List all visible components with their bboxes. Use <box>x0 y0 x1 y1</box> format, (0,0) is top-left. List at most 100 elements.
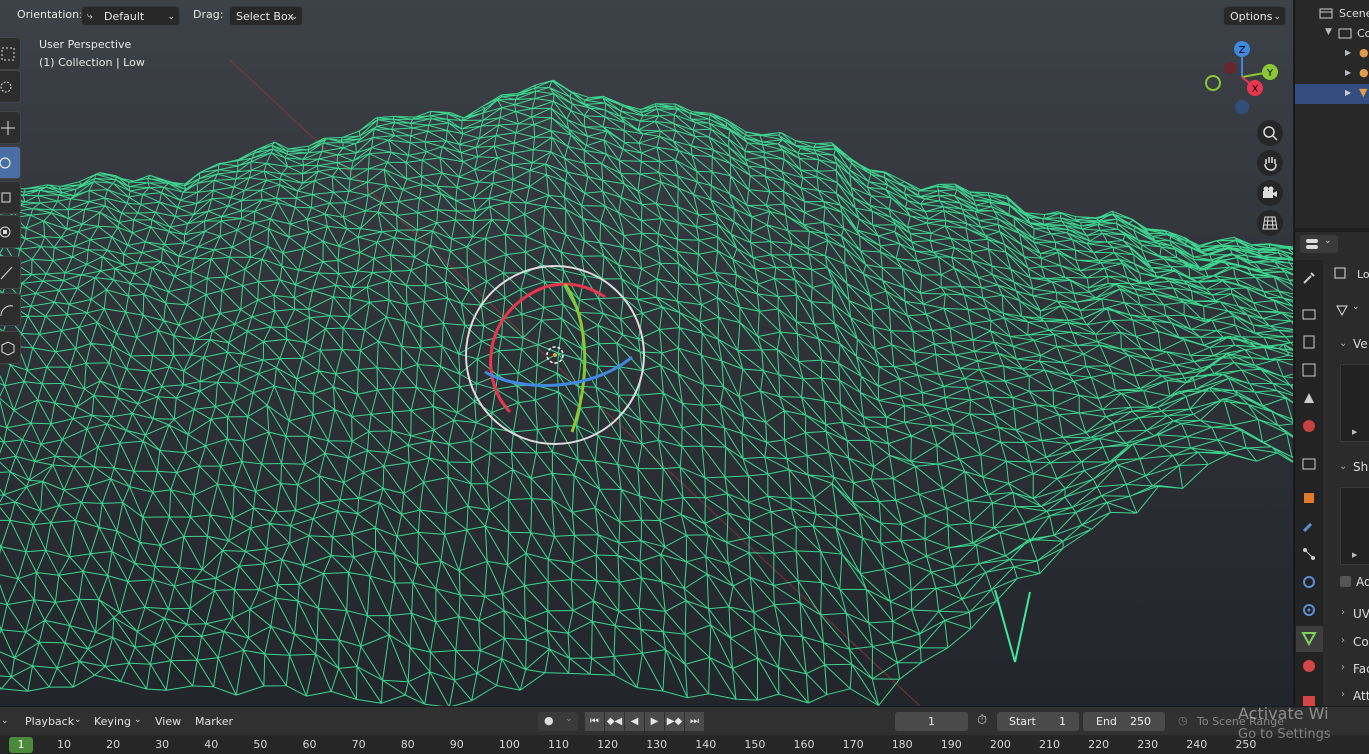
output-tab-icon[interactable] <box>1301 334 1317 350</box>
mesh-datablock-dropdown[interactable]: ⌄ <box>1333 301 1363 319</box>
mesh-data-icon <box>1336 305 1348 317</box>
transform-icon <box>0 226 11 238</box>
playhead-frame-indicator[interactable]: 1 <box>9 737 33 753</box>
select-box-tool[interactable] <box>0 37 21 70</box>
zoom-button[interactable] <box>1257 120 1283 146</box>
negative-y-axis-icon[interactable] <box>1205 75 1221 91</box>
outliner-panel[interactable]: Scene ▼ Co ▶ ● ▶ ● ▶ ▼ <box>1294 0 1369 228</box>
section-attributes[interactable]: Att <box>1353 689 1369 703</box>
expand-down-icon: ▼ <box>1325 27 1332 37</box>
chevron-down-icon[interactable]: ⌄ <box>1 716 9 726</box>
object-name-label: Lo <box>1357 268 1369 281</box>
auto-smooth-checkbox[interactable] <box>1340 576 1351 587</box>
navigation-gizmo[interactable]: Z Y X <box>1200 38 1285 120</box>
current-frame-value: 1 <box>928 715 935 728</box>
section-color-attributes[interactable]: Co <box>1353 635 1369 649</box>
jump-to-keyframe-next-button[interactable]: ▶◆ <box>665 712 684 731</box>
section-vertex-groups[interactable]: Ve <box>1353 337 1368 351</box>
projection-toggle-button[interactable] <box>1257 210 1283 236</box>
scene-tab-icon[interactable] <box>1301 390 1317 406</box>
view-layer-tab-icon[interactable] <box>1301 362 1317 378</box>
select-box-icon <box>1 47 15 61</box>
orientation-dropdown[interactable]: ⤷ Default ⌄ <box>81 6 180 26</box>
playback-menu[interactable]: Playback ⌄ <box>18 711 86 732</box>
section-face-maps[interactable]: Fac <box>1353 662 1369 676</box>
mesh-data-tab-icon[interactable] <box>1301 630 1317 646</box>
outliner-row-scene[interactable]: Scene <box>1295 4 1369 24</box>
editor-type-dropdown[interactable]: ⌄ <box>1300 235 1338 253</box>
ruler-tick-label: 50 <box>253 738 268 751</box>
jump-to-start-button[interactable]: ⏮ <box>585 712 604 731</box>
tool-tab-icon[interactable] <box>1301 270 1317 286</box>
scale-tool[interactable] <box>0 181 21 214</box>
ruler-tick-label: 190 <box>940 738 962 751</box>
drag-dropdown[interactable]: Select Box ⌄ <box>229 6 303 26</box>
stopwatch-icon[interactable]: ⏱ <box>977 713 987 728</box>
timeline-ruler[interactable]: 10 20 30 40 50 60 70 80 90 100 110 120 130 140 150 160 1… <box>0 735 1369 754</box>
end-label: End <box>1096 715 1117 728</box>
cursor-tool[interactable] <box>0 70 21 103</box>
section-expanded-icon: ⌄ <box>1339 338 1348 349</box>
vertex-groups-list[interactable]: ▶ <box>1340 364 1369 442</box>
play-button[interactable]: ▶ <box>645 712 664 731</box>
chevron-down-icon: ⌄ <box>167 12 175 22</box>
shape-keys-list[interactable]: ▶ <box>1340 487 1369 565</box>
negative-x-axis-icon[interactable] <box>1224 62 1236 74</box>
collection-box-icon <box>1338 28 1352 39</box>
measure-tool[interactable] <box>0 293 21 326</box>
ruler-tick-label: 220 <box>1088 738 1110 751</box>
mesh-object-icon: ▼ <box>1359 86 1368 99</box>
pan-button[interactable] <box>1257 150 1283 176</box>
negative-z-axis-icon[interactable] <box>1235 100 1249 114</box>
camera-object-icon: ● <box>1359 46 1369 59</box>
camera-view-button[interactable] <box>1257 180 1283 206</box>
outliner-row-light[interactable]: ▶ ● <box>1295 64 1369 84</box>
particles-tab-icon[interactable] <box>1301 546 1317 562</box>
z-rotation-ring[interactable] <box>484 355 633 387</box>
transform-tool[interactable] <box>0 215 21 248</box>
camera-icon <box>1263 186 1277 198</box>
outliner-row-mesh-selected[interactable]: ▶ ▼ <box>1295 84 1369 104</box>
add-cube-tool[interactable] <box>0 331 21 364</box>
options-dropdown[interactable]: Options ⌄ <box>1223 6 1286 26</box>
render-tab-icon[interactable] <box>1301 306 1317 322</box>
jump-to-keyframe-prev-button[interactable]: ◆◀ <box>605 712 624 731</box>
expand-right-icon: ▶ <box>1345 68 1352 77</box>
end-frame-field[interactable]: End 250 <box>1083 712 1165 731</box>
outliner-row-collection[interactable]: ▼ Co <box>1295 24 1369 44</box>
scene-collection-icon <box>1319 8 1333 19</box>
annotate-tool[interactable] <box>0 256 21 289</box>
view-menu[interactable]: View <box>155 715 181 728</box>
jump-to-end-button[interactable]: ⏭ <box>685 712 704 731</box>
material-tab-icon[interactable] <box>1301 658 1317 674</box>
ruler-tick-label: 40 <box>204 738 219 751</box>
object-tab-icon[interactable] <box>1301 490 1317 506</box>
keying-menu[interactable]: Keying ⌄ <box>88 711 146 732</box>
outliner-row-camera[interactable]: ▶ ● <box>1295 44 1369 64</box>
orientation-label: Orientation: <box>17 8 83 21</box>
properties-tabs <box>1295 260 1323 708</box>
rotate-tool[interactable] <box>0 146 21 179</box>
modifier-tab-icon[interactable] <box>1301 518 1317 534</box>
physics-tab-icon[interactable] <box>1301 574 1317 590</box>
current-frame-field[interactable]: 1 <box>895 712 968 731</box>
ruler-tick-label: 120 <box>597 738 619 751</box>
move-tool[interactable] <box>0 111 21 144</box>
section-collapsed-icon: › <box>1341 662 1345 673</box>
play-reverse-button[interactable]: ◀ <box>625 712 644 731</box>
rotate-gizmo[interactable] <box>460 262 650 452</box>
y-rotation-ring[interactable] <box>563 283 587 433</box>
start-frame-field[interactable]: Start 1 <box>997 712 1079 731</box>
jump-end-icon: ⏭ <box>690 716 699 727</box>
timeline-header: ⌄ Playback ⌄ Keying ⌄ View Marker ● ⌄ ⏮ … <box>0 706 1369 736</box>
marker-menu[interactable]: Marker <box>195 715 233 728</box>
constraints-tab-icon[interactable] <box>1301 602 1317 618</box>
auto-keying-toggle[interactable]: ● ⌄ <box>538 712 578 731</box>
world-tab-icon[interactable] <box>1301 418 1317 434</box>
ruler-tick-label: 180 <box>891 738 913 751</box>
section-uv-maps[interactable]: UV <box>1353 607 1369 621</box>
x-rotation-ring[interactable] <box>489 282 606 414</box>
start-value: 1 <box>1059 715 1066 728</box>
section-shape-keys[interactable]: Sha <box>1353 460 1369 474</box>
collection-tab-icon[interactable] <box>1301 456 1317 472</box>
